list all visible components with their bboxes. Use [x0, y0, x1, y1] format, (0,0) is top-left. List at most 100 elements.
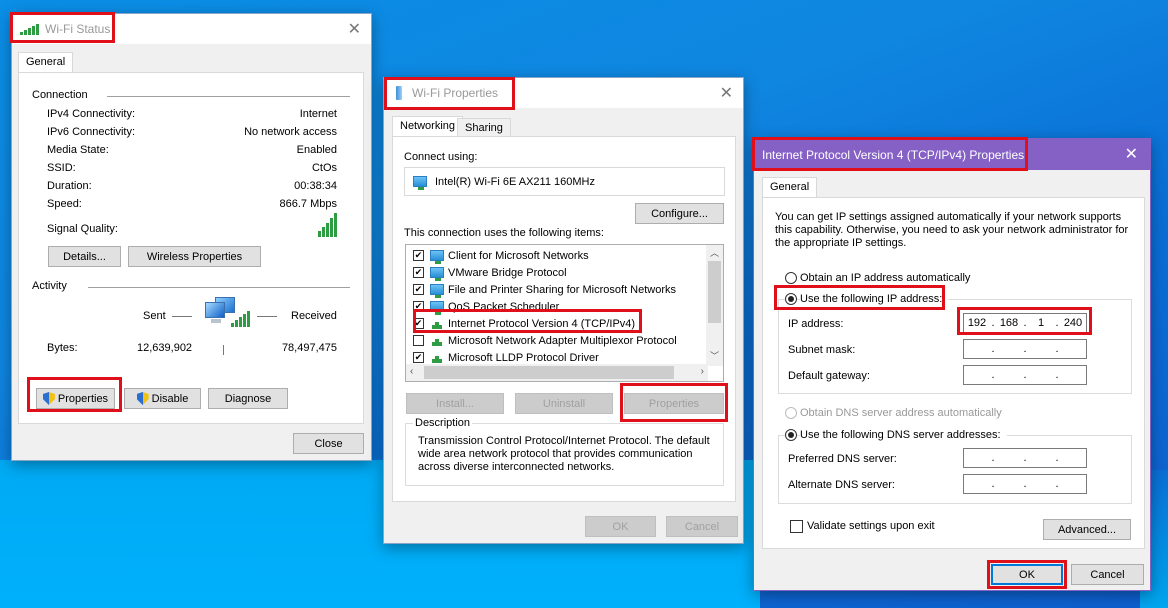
uninstall-button[interactable]: Uninstall [515, 393, 613, 414]
validate-checkbox[interactable] [790, 520, 803, 533]
use-following-dns-label[interactable]: Use the following DNS server addresses: [800, 429, 1007, 441]
item-label: Microsoft Network Adapter Multiplexor Pr… [448, 334, 677, 347]
sent-line [172, 316, 192, 317]
subnet-mask-label: Subnet mask: [788, 344, 856, 356]
validate-label[interactable]: Validate settings upon exit [807, 520, 935, 532]
list-item[interactable]: Microsoft Network Adapter Multiplexor Pr… [406, 332, 677, 349]
ssid-label: SSID: [47, 162, 76, 174]
obtain-dns-auto-label[interactable]: Obtain DNS server address automatically [800, 407, 1002, 419]
adapter-box: Intel(R) Wi-Fi 6E AX211 160MHz [404, 167, 725, 196]
wifi-status-titlebar[interactable]: Wi-Fi Status ✕ [12, 14, 371, 44]
wifi-properties-titlebar[interactable]: Wi-Fi Properties ✕ [384, 78, 743, 108]
scroll-thumb[interactable] [708, 261, 721, 323]
default-gateway-input[interactable]: . . . [963, 365, 1087, 385]
install-button[interactable]: Install... [406, 393, 504, 414]
item-checkbox[interactable]: ✔ [413, 284, 424, 295]
tab-networking[interactable]: Networking [392, 116, 464, 136]
tab-general[interactable]: General [762, 177, 818, 197]
details-button[interactable]: Details... [48, 246, 121, 267]
ipv4-titlebar[interactable]: Internet Protocol Version 4 (TCP/IPv4) P… [754, 139, 1150, 170]
ip-octet-3[interactable]: 1 [1028, 317, 1054, 329]
advanced-button[interactable]: Advanced... [1043, 519, 1131, 540]
ip-address-label: IP address: [788, 318, 844, 330]
adapter-icon [413, 176, 427, 190]
obtain-ip-auto-label[interactable]: Obtain an IP address automatically [800, 272, 970, 284]
divider [107, 96, 350, 97]
use-following-dns-radio[interactable] [785, 429, 797, 441]
vertical-scrollbar[interactable]: ︿ ﹀ [706, 245, 723, 366]
disable-button-label: Disable [151, 392, 189, 405]
ipv6-connectivity-value: No network access [244, 126, 337, 138]
item-checkbox[interactable]: ✔ [413, 267, 424, 278]
scroll-thumb-horizontal[interactable] [424, 366, 674, 379]
wifi-adapter-icon [396, 86, 402, 100]
disable-button[interactable]: Disable [124, 388, 201, 409]
subnet-mask-input[interactable]: . . . [963, 339, 1087, 359]
item-checkbox[interactable]: ✔ [413, 250, 424, 261]
item-checkbox[interactable]: ✔ [413, 301, 424, 312]
window-title: Wi-Fi Status [45, 22, 111, 36]
wireless-properties-button[interactable]: Wireless Properties [128, 246, 261, 267]
received-label: Received [291, 310, 337, 322]
ipv4-connectivity-value: Internet [299, 108, 337, 120]
use-following-ip-radio[interactable] [785, 293, 797, 305]
item-label: Internet Protocol Version 4 (TCP/IPv4) [448, 317, 636, 330]
obtain-dns-auto-radio[interactable] [785, 407, 797, 419]
ip-octet-2[interactable]: 168 [996, 317, 1022, 329]
cancel-button[interactable]: Cancel [1071, 564, 1144, 585]
tab-general[interactable]: General [18, 52, 74, 72]
signal-quality-label: Signal Quality: [47, 223, 118, 235]
scroll-left-icon[interactable]: ‹ [410, 366, 413, 377]
use-following-ip-label[interactable]: Use the following IP address: [800, 293, 949, 305]
signal-quality-icon [318, 213, 337, 237]
obtain-ip-auto-radio[interactable] [785, 272, 797, 284]
connect-using-label: Connect using: [404, 151, 478, 163]
activity-group-label: Activity [32, 280, 73, 292]
scroll-right-icon[interactable]: › [701, 366, 704, 377]
list-item[interactable]: ✔ VMware Bridge Protocol [406, 264, 567, 281]
speed-label: Speed: [47, 198, 82, 210]
ok-button[interactable]: OK [991, 564, 1063, 585]
item-checkbox[interactable]: ✔ [413, 352, 424, 363]
bytes-divider [223, 345, 224, 355]
configure-button[interactable]: Configure... [635, 203, 724, 224]
ip-octet-4[interactable]: 240 [1060, 317, 1086, 329]
ipv4-properties-button[interactable]: Properties [624, 393, 724, 414]
alternate-dns-input[interactable]: . . . [963, 474, 1087, 494]
scroll-down-icon[interactable]: ﹀ [710, 349, 719, 362]
connection-group-label: Connection [32, 89, 94, 101]
close-icon[interactable]: ✕ [1125, 144, 1138, 164]
bytes-label: Bytes: [47, 342, 78, 354]
items-list[interactable]: ✔ Client for Microsoft Networks ✔ VMware… [405, 244, 724, 382]
protocol-icon [430, 318, 444, 329]
diagnose-button[interactable]: Diagnose [208, 388, 288, 409]
ipv6-connectivity-label: IPv6 Connectivity: [47, 126, 136, 138]
preferred-dns-label: Preferred DNS server: [788, 453, 897, 465]
networking-panel: Connect using: Intel(R) Wi-Fi 6E AX211 1… [392, 136, 736, 502]
list-item[interactable]: ✔ QoS Packet Scheduler [406, 298, 559, 315]
close-icon[interactable]: ✕ [720, 83, 733, 103]
ok-button[interactable]: OK [585, 516, 656, 537]
cancel-button[interactable]: Cancel [666, 516, 738, 537]
close-icon[interactable]: ✕ [348, 19, 361, 39]
description-label: Description [413, 417, 473, 429]
scroll-up-icon[interactable]: ︿ [710, 246, 719, 259]
close-button[interactable]: Close [293, 433, 364, 454]
item-checkbox[interactable]: ✔ [413, 318, 424, 329]
item-checkbox[interactable] [413, 335, 424, 346]
list-item[interactable]: ✔ Internet Protocol Version 4 (TCP/IPv4) [406, 315, 635, 332]
ip-octet-1[interactable]: 192 [964, 317, 990, 329]
tab-sharing[interactable]: Sharing [457, 118, 511, 138]
wifi-signal-icon [20, 23, 39, 35]
preferred-dns-input[interactable]: . . . [963, 448, 1087, 468]
ip-address-input[interactable]: 192. 168. 1. 240 [963, 313, 1087, 333]
wifi-properties-window: Wi-Fi Properties ✕ Networking Sharing Co… [383, 77, 744, 544]
list-item[interactable]: ✔ File and Printer Sharing for Microsoft… [406, 281, 676, 298]
media-state-value: Enabled [296, 144, 337, 156]
list-item[interactable]: ✔ Client for Microsoft Networks [406, 247, 589, 264]
general-panel: You can get IP settings assigned automat… [762, 197, 1145, 549]
horizontal-scrollbar[interactable]: ‹ › [406, 364, 708, 381]
network-client-icon [430, 250, 444, 264]
properties-button[interactable]: Properties [36, 388, 115, 409]
shield-icon [42, 392, 55, 405]
